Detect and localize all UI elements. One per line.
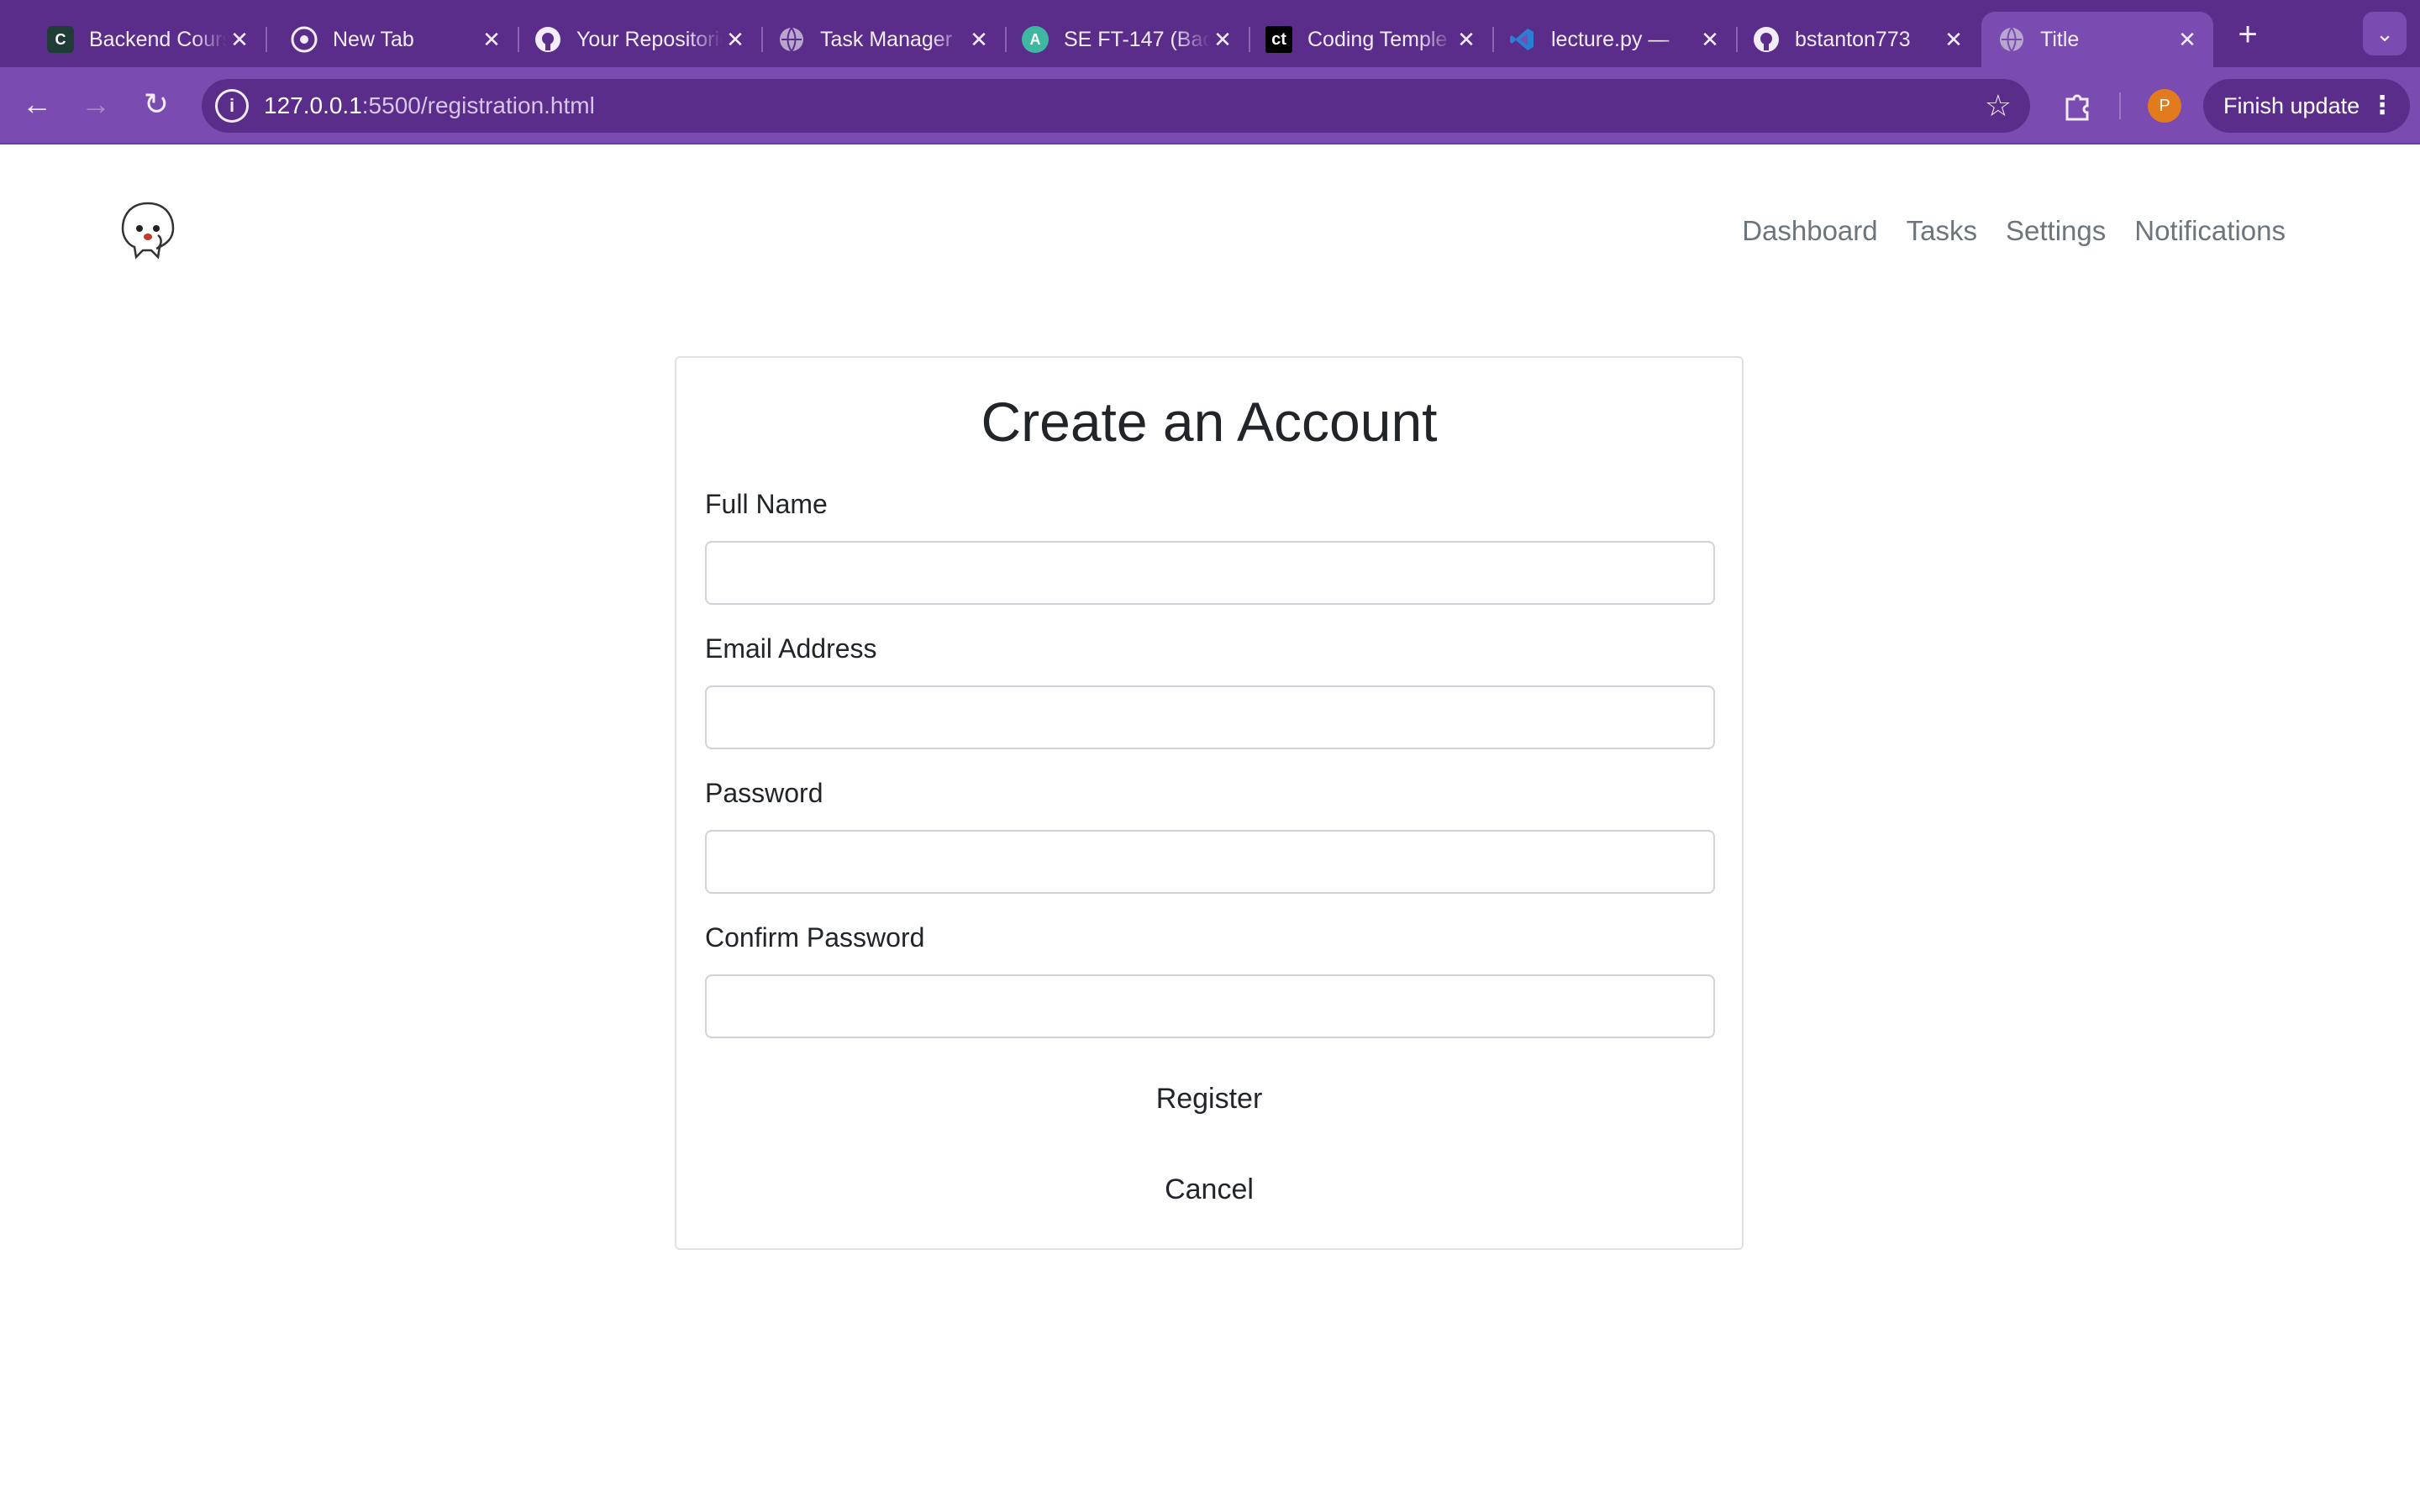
toolbar-divider xyxy=(2119,92,2121,119)
browser-tab[interactable]: C Backend Course ✕ xyxy=(30,12,267,67)
close-icon[interactable]: ✕ xyxy=(227,27,252,53)
extensions-puzzle-icon[interactable] xyxy=(2055,84,2099,128)
chrome-icon xyxy=(291,26,318,53)
site-info-icon[interactable]: i xyxy=(215,89,249,123)
tab-title: Title xyxy=(2040,27,2080,51)
browser-tab[interactable]: ct Coding Temple ✕ xyxy=(1249,12,1494,67)
profile-avatar[interactable]: P xyxy=(2148,89,2181,123)
globe-icon xyxy=(1998,26,2025,53)
ghost-mascot-icon xyxy=(121,202,175,260)
full-name-input[interactable] xyxy=(705,541,1715,605)
tab-title: Backend Course xyxy=(89,27,227,51)
browser-tab-strip: C Backend Course ✕ New Tab ✕ Your Reposi… xyxy=(0,0,2420,67)
tab-title: Your Repositories xyxy=(576,27,723,51)
confirm-password-label: Confirm Password xyxy=(705,922,925,953)
page-title: Create an Account xyxy=(981,391,1438,453)
nav-link-tasks[interactable]: Tasks xyxy=(1907,215,1977,247)
site-logo[interactable] xyxy=(118,200,178,260)
close-icon[interactable]: ✕ xyxy=(723,27,748,53)
c-logo-icon: C xyxy=(47,26,74,53)
register-button[interactable]: Register xyxy=(676,1082,1742,1116)
close-icon[interactable]: ✕ xyxy=(2175,27,2200,53)
tab-title: SE FT-147 (Backend) xyxy=(1064,27,1210,51)
browser-tab-active[interactable]: Title ✕ xyxy=(1981,12,2213,67)
vscode-icon xyxy=(1509,26,1536,53)
tab-title: Coding Temple xyxy=(1307,27,1448,51)
browser-tab[interactable]: Task Manager ✕ xyxy=(761,12,1007,67)
browser-tab[interactable]: lecture.py — ✕ xyxy=(1492,12,1738,67)
confirm-password-input[interactable] xyxy=(705,974,1715,1038)
new-tab-plus-icon[interactable]: + xyxy=(2227,15,2269,57)
cancel-button[interactable]: Cancel xyxy=(676,1173,1742,1207)
page-content: Dashboard Tasks Settings Notifications C… xyxy=(0,144,2420,1512)
bookmark-star-icon[interactable]: ☆ xyxy=(1985,87,2012,124)
tab-title: New Tab xyxy=(333,27,414,51)
browser-tab[interactable]: A SE FT-147 (Backend) ✕ xyxy=(1005,12,1250,67)
full-name-label: Full Name xyxy=(705,489,828,519)
url-path: :5500/registration.html xyxy=(361,92,595,118)
browser-toolbar: ← → ↻ i 127.0.0.1:5500/registration.html… xyxy=(0,67,2420,144)
tab-title: bstanton773 xyxy=(1795,27,1911,51)
password-input[interactable] xyxy=(705,830,1715,894)
nav-link-settings[interactable]: Settings xyxy=(2006,215,2106,247)
address-url[interactable]: 127.0.0.1:5500/registration.html xyxy=(264,92,595,119)
tab-title: lecture.py — xyxy=(1551,27,1670,51)
tab-separator xyxy=(266,27,267,52)
forward-arrow-icon[interactable]: → xyxy=(74,82,118,126)
browser-tab[interactable]: bstanton773 ✕ xyxy=(1736,12,1980,67)
finish-update-button[interactable]: Finish update ⋮ xyxy=(2203,79,2410,133)
close-icon[interactable]: ✕ xyxy=(1210,27,1235,53)
globe-icon xyxy=(778,26,805,53)
url-host: 127.0.0.1 xyxy=(264,92,362,118)
close-icon[interactable]: ✕ xyxy=(479,27,504,53)
ct-logo-icon: ct xyxy=(1265,26,1292,53)
browser-tab[interactable]: Your Repositories ✕ xyxy=(518,12,763,67)
email-label: Email Address xyxy=(705,633,877,664)
browser-tab[interactable]: New Tab ✕ xyxy=(274,12,519,67)
close-icon[interactable]: ✕ xyxy=(1697,27,1723,53)
close-icon[interactable]: ✕ xyxy=(966,27,992,53)
reload-icon[interactable]: ↻ xyxy=(134,82,178,126)
tab-title: Task Manager xyxy=(820,27,953,51)
a-logo-icon: A xyxy=(1022,26,1049,53)
password-label: Password xyxy=(705,778,823,808)
nav-link-notifications[interactable]: Notifications xyxy=(2134,215,2286,247)
site-nav: Dashboard Tasks Settings Notifications xyxy=(1742,215,2286,247)
nav-link-dashboard[interactable]: Dashboard xyxy=(1742,215,1877,247)
email-input[interactable] xyxy=(705,685,1715,749)
github-icon xyxy=(1753,26,1780,53)
close-icon[interactable]: ✕ xyxy=(1941,27,1966,53)
registration-card: Create an Account Full Name Email Addres… xyxy=(675,356,1744,1250)
address-bar[interactable]: i 127.0.0.1:5500/registration.html ☆ xyxy=(202,79,2030,133)
more-vertical-icon[interactable]: ⋮ xyxy=(2370,79,2395,133)
close-icon[interactable]: ✕ xyxy=(1454,27,1479,53)
back-arrow-icon[interactable]: ← xyxy=(15,82,59,126)
github-icon xyxy=(534,26,561,53)
tab-search-chevron-icon[interactable]: ⌄ xyxy=(2363,12,2407,55)
finish-update-label: Finish update xyxy=(2223,93,2360,118)
